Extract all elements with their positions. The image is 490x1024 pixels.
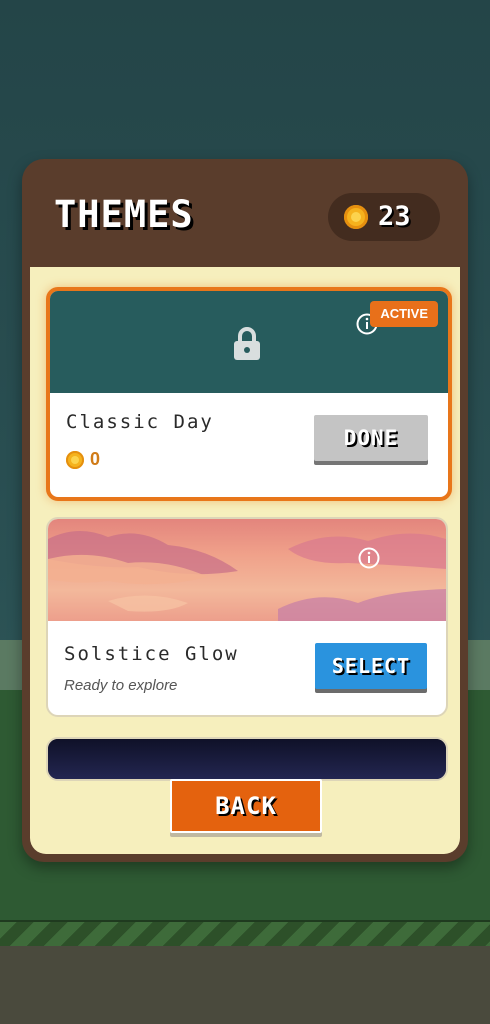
theme-card-solstice-glow[interactable]: Solstice Glow Ready to explore SELECT <box>46 517 448 717</box>
info-icon[interactable] <box>358 547 380 569</box>
sunset-clouds <box>48 530 446 621</box>
active-badge: ACTIVE <box>370 301 438 327</box>
select-button[interactable]: SELECT <box>315 643 427 689</box>
theme-card-partial[interactable] <box>46 737 448 781</box>
theme-list[interactable]: ACTIVE Classic Day 0 DONE Solstice Glow … <box>30 267 460 854</box>
coin-count: 23 <box>378 201 411 232</box>
lock-icon <box>234 327 260 360</box>
done-button[interactable]: DONE <box>314 415 428 461</box>
coin-icon <box>344 205 368 229</box>
themes-panel: THEMES 23 ACTIVE Classic Day 0 DONE Sols… <box>22 159 468 862</box>
theme-name: Solstice Glow <box>64 643 239 665</box>
theme-status: Ready to explore <box>64 677 178 694</box>
theme-preview: ACTIVE <box>50 291 448 393</box>
coin-balance: 23 <box>328 193 440 241</box>
theme-preview <box>48 519 446 621</box>
price-value: 0 <box>90 449 101 469</box>
theme-name: Classic Day <box>66 411 214 433</box>
theme-preview <box>48 739 446 779</box>
back-button[interactable]: BACK <box>170 779 322 833</box>
coin-icon <box>66 451 84 469</box>
theme-card-classic-day[interactable]: ACTIVE Classic Day 0 DONE <box>46 287 452 501</box>
theme-price: 0 <box>66 449 100 471</box>
ground-stripe <box>0 920 490 948</box>
panel-title: THEMES <box>54 193 194 236</box>
ground <box>0 946 490 1024</box>
